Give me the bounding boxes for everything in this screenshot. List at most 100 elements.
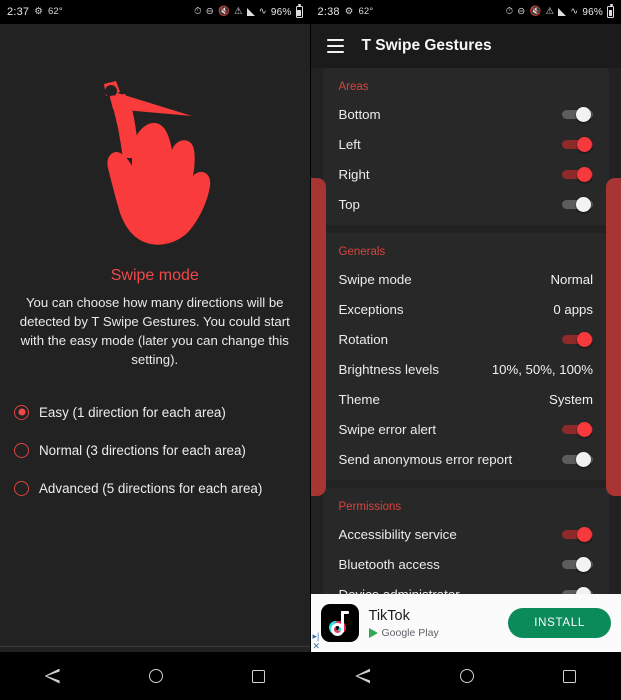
section-title-areas: Areas xyxy=(338,81,369,93)
ad-info-icon[interactable]: ▸| xyxy=(313,632,321,641)
radio-option-easy[interactable]: Easy (1 direction for each area) xyxy=(14,393,310,431)
setting-row-device-administrator[interactable]: Device administrator xyxy=(323,579,610,594)
cellular-signal-icon-right xyxy=(558,8,567,16)
setting-label-accessibility-service: Accessibility service xyxy=(338,526,457,542)
recents-nav-icon[interactable] xyxy=(251,669,265,683)
status-bar-right-cluster: ⏱ ⊖ 🔇 ⚠ ∿ 96% xyxy=(194,4,303,18)
setting-row-brightness-levels[interactable]: Brightness levels 10%, 50%, 100% xyxy=(323,354,610,384)
back-nav-icon[interactable] xyxy=(45,669,60,684)
setting-label-swipe-error-alert: Swipe error alert xyxy=(338,421,437,437)
right-status-bar: 2:38 ⚙ 62° ⏱ ⊖ 🔇 ⚠ ∿ 96% xyxy=(310,0,621,24)
battery-icon-right xyxy=(607,4,614,18)
status-bar-left-cluster-right: 2:38 ⚙ 62° xyxy=(318,6,374,18)
right-navigation-bar xyxy=(310,652,621,700)
setting-row-swipe-error-alert[interactable]: Swipe error alert xyxy=(323,414,610,444)
dual-screenshot-container: 2:37 ⚙ 62° ⏱ ⊖ 🔇 ⚠ ∿ 96% Swipe mode You … xyxy=(0,0,621,700)
setting-row-theme[interactable]: Theme System xyxy=(323,384,610,414)
radio-option-advanced[interactable]: Advanced (5 directions for each area) xyxy=(14,469,310,507)
temperature-indicator-right: 62° xyxy=(358,6,374,18)
setting-row-swipe-mode[interactable]: Swipe mode Normal xyxy=(323,264,610,294)
toggle-top[interactable] xyxy=(562,196,593,212)
radio-indicator-easy[interactable] xyxy=(14,404,29,420)
battery-percent-label-right: 96% xyxy=(582,6,603,18)
bluetooth-icon: ⚙ xyxy=(34,6,43,18)
setting-label-exceptions: Exceptions xyxy=(338,301,404,317)
back-nav-icon-right[interactable] xyxy=(355,669,370,684)
hamburger-icon[interactable] xyxy=(326,39,344,53)
setting-label-bluetooth-access: Bluetooth access xyxy=(338,556,440,572)
status-bar-clock-right: 2:38 xyxy=(317,6,340,18)
toggle-swipe-error-alert[interactable] xyxy=(562,421,593,437)
toggle-bottom[interactable] xyxy=(562,106,593,122)
setting-label-swipe-mode: Swipe mode xyxy=(338,271,412,287)
left-status-bar: 2:37 ⚙ 62° ⏱ ⊖ 🔇 ⚠ ∿ 96% xyxy=(0,0,310,24)
setting-row-left[interactable]: Left xyxy=(323,129,610,159)
setting-label-theme: Theme xyxy=(338,391,380,407)
toggle-rotation[interactable] xyxy=(562,331,593,347)
setting-label-device-administrator: Device administrator xyxy=(338,586,460,595)
alarm-icon-right: ⏱ xyxy=(505,6,514,18)
do-not-disturb-icon: ⊖ xyxy=(205,6,214,18)
setting-label-send-anonymous-error-report: Send anonymous error report xyxy=(338,451,513,467)
left-navigation-bar xyxy=(0,652,310,700)
swipe-mode-radio-group: Easy (1 direction for each area) Normal … xyxy=(0,393,310,507)
recents-nav-icon-right[interactable] xyxy=(563,669,577,683)
status-bar-left-cluster: 2:37 ⚙ 62° xyxy=(7,6,63,18)
radio-label-easy: Easy (1 direction for each area) xyxy=(39,404,226,420)
ad-close-icon[interactable]: ✕ xyxy=(313,642,321,651)
setting-value-brightness-levels: 10%, 50%, 100% xyxy=(491,361,593,377)
generals-card: Generals Swipe mode Normal Exceptions 0 … xyxy=(322,233,610,480)
setting-value-theme: System xyxy=(549,391,593,407)
wifi-off-icon-right: ⚠ xyxy=(545,6,555,18)
right-gesture-area-bar xyxy=(606,178,621,496)
setting-row-right[interactable]: Right xyxy=(323,159,610,189)
setting-row-rotation[interactable]: Rotation xyxy=(323,324,610,354)
left-gesture-area-bar xyxy=(310,178,326,496)
setting-row-exceptions[interactable]: Exceptions 0 apps xyxy=(323,294,610,324)
setting-row-bottom[interactable]: Bottom xyxy=(323,99,610,129)
setting-row-top[interactable]: Top xyxy=(323,189,610,219)
setting-value-swipe-mode: Normal xyxy=(550,271,594,287)
setting-row-bluetooth-access[interactable]: Bluetooth access xyxy=(323,549,610,579)
toggle-bluetooth-access[interactable] xyxy=(562,556,593,572)
setting-label-right: Right xyxy=(338,166,370,182)
battery-icon xyxy=(295,4,303,18)
radio-option-normal[interactable]: Normal (3 directions for each area) xyxy=(14,431,310,469)
section-title-generals: Generals xyxy=(338,246,386,258)
ad-text-block: TikTok Google Play xyxy=(368,607,499,639)
toggle-left[interactable] xyxy=(562,136,593,152)
ad-app-name: TikTok xyxy=(368,607,410,624)
vpn-icon: ∿ xyxy=(258,6,267,18)
setting-row-accessibility-service[interactable]: Accessibility service xyxy=(323,519,610,549)
toggle-right[interactable] xyxy=(562,166,593,182)
app-bar: T Swipe Gestures xyxy=(310,24,621,68)
app-title: T Swipe Gestures xyxy=(361,37,492,54)
ad-banner[interactable]: TikTok Google Play INSTALL ▸| ✕ xyxy=(310,594,621,652)
radio-label-advanced: Advanced (5 directions for each area) xyxy=(39,480,263,496)
ad-store-name: Google Play xyxy=(381,626,439,639)
toggle-send-anonymous-error-report[interactable] xyxy=(562,451,593,467)
setting-label-brightness-levels: Brightness levels xyxy=(338,361,440,377)
left-phone-screen: 2:37 ⚙ 62° ⏱ ⊖ 🔇 ⚠ ∿ 96% Swipe mode You … xyxy=(0,0,310,700)
install-button[interactable]: INSTALL xyxy=(508,608,611,638)
do-not-disturb-icon-right: ⊖ xyxy=(517,6,526,18)
ad-corner-marks: ▸| ✕ xyxy=(313,632,321,651)
setting-label-left: Left xyxy=(338,136,361,152)
volume-mute-icon-right: 🔇 xyxy=(529,6,542,18)
radio-indicator-normal[interactable] xyxy=(14,442,29,458)
tiktok-app-icon xyxy=(320,604,359,642)
home-nav-icon[interactable] xyxy=(148,669,163,683)
areas-card: Areas Bottom Left Right Top xyxy=(322,68,610,225)
toggle-device-administrator[interactable] xyxy=(562,586,593,594)
page-title: Swipe mode xyxy=(110,267,199,284)
toggle-accessibility-service[interactable] xyxy=(562,526,593,542)
swipe-mode-wizard: Swipe mode You can choose how many direc… xyxy=(0,24,310,700)
status-bar-clock: 2:37 xyxy=(7,6,30,18)
settings-list[interactable]: Areas Bottom Left Right Top Generals Swi… xyxy=(311,68,621,594)
radio-label-normal: Normal (3 directions for each area) xyxy=(39,442,246,458)
battery-percent-label: 96% xyxy=(270,6,292,18)
setting-row-send-anonymous-error-report[interactable]: Send anonymous error report xyxy=(323,444,610,474)
radio-indicator-advanced[interactable] xyxy=(14,480,29,496)
swipe-hand-gesture-icon xyxy=(0,46,310,261)
home-nav-icon-right[interactable] xyxy=(459,669,474,683)
